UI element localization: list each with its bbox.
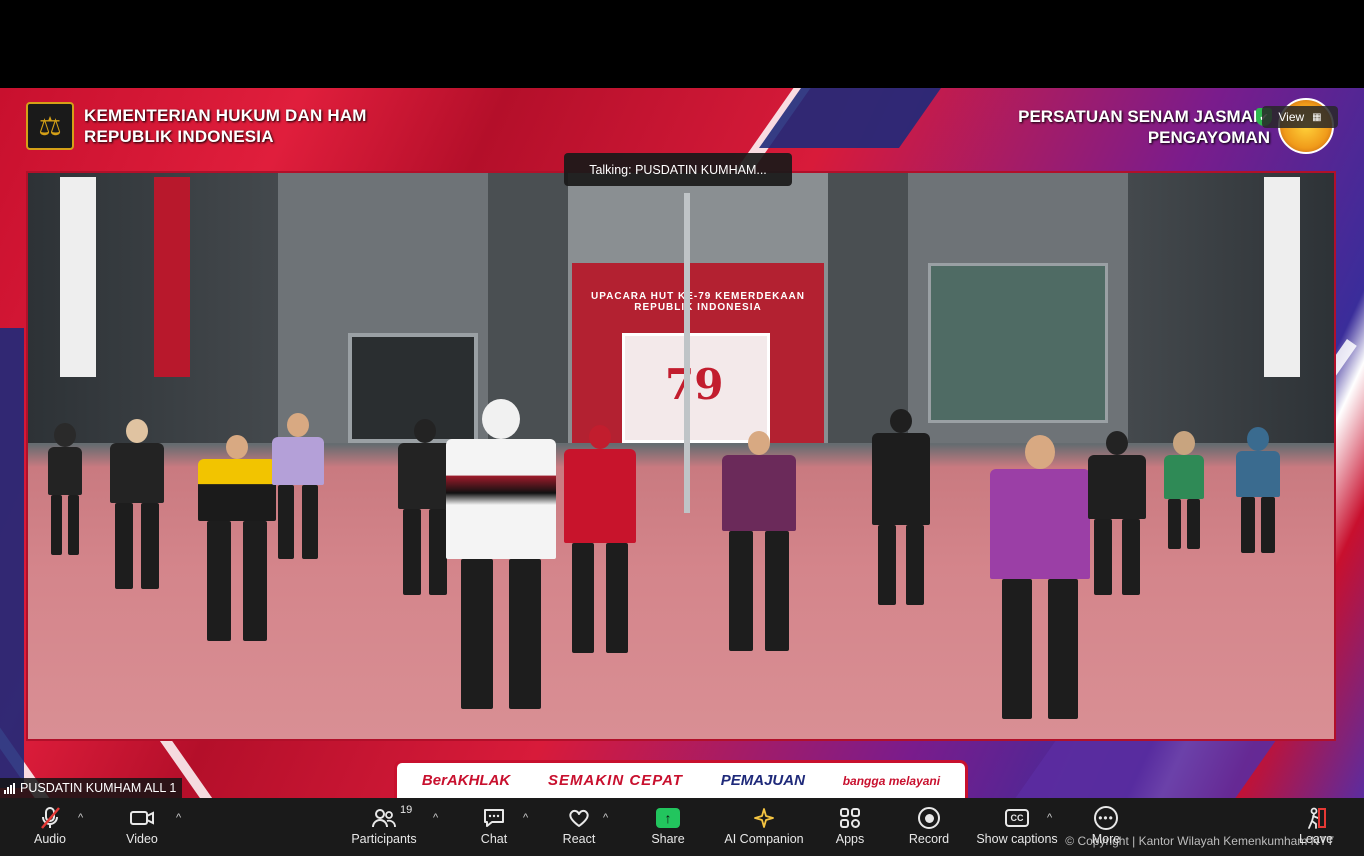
more-label: More	[1091, 832, 1121, 846]
apps-grid-icon	[838, 804, 862, 832]
audio-label: Audio	[34, 832, 66, 846]
building-entrance: UPACARA HUT KE-79 KEMERDEKAAN REPUBLIK I…	[568, 173, 828, 443]
org-title-line1: KEMENTERIAN HUKUM DAN HAM	[84, 106, 367, 125]
video-feed: UPACARA HUT KE-79 KEMERDEKAAN REPUBLIK I…	[26, 171, 1336, 741]
building	[908, 173, 1128, 443]
video-options-chevron-icon[interactable]: ^	[176, 812, 181, 824]
banner-flag	[1264, 177, 1300, 377]
record-label: Record	[908, 832, 950, 846]
view-button[interactable]: View ▦	[1262, 106, 1338, 128]
show-captions-button[interactable]: CC Show captions	[976, 804, 1058, 846]
banner-flag	[154, 177, 190, 377]
talking-label: Talking:	[589, 162, 632, 177]
audio-options-chevron-icon[interactable]: ^	[78, 812, 83, 824]
slogan-bangga: bangga melayani	[842, 773, 941, 788]
react-label: React	[562, 832, 596, 846]
slogan-berakhlak: BerAKHLAK	[421, 772, 511, 789]
participant-name-label: PUSDATIN KUMHAM ALL 1	[0, 778, 183, 798]
leave-meeting-icon	[1304, 804, 1328, 832]
slogan-semakin: SEMAKIN CEPAT	[548, 772, 683, 789]
chat-options-chevron-icon[interactable]: ^	[523, 812, 528, 824]
ai-companion-button[interactable]: AI Companion	[724, 804, 804, 846]
dancer	[272, 413, 324, 559]
event-title: PERSATUAN SENAM JASMANI PENGAYOMAN	[1018, 106, 1270, 148]
signal-strength-icon	[4, 782, 15, 794]
muted-microphone-icon	[39, 804, 61, 832]
audio-button[interactable]: Audio	[30, 804, 70, 846]
event-title-line1: PERSATUAN SENAM JASMANI	[1018, 107, 1270, 126]
talking-indicator: Talking: PUSDATIN KUMHAM...	[564, 153, 792, 186]
org-title-line2: REPUBLIK INDONESIA	[84, 127, 274, 146]
video-button[interactable]: Video	[122, 804, 162, 846]
participants-options-chevron-icon[interactable]: ^	[433, 812, 438, 824]
slogan-pemajuan: PEMAJUAN	[720, 772, 805, 789]
closed-captions-icon: CC	[1005, 809, 1029, 827]
react-options-chevron-icon[interactable]: ^	[603, 812, 608, 824]
instructor-dancer	[990, 435, 1090, 719]
building	[828, 173, 908, 443]
apps-label: Apps	[835, 832, 865, 846]
chat-bubble-icon	[482, 804, 506, 832]
react-button[interactable]: React	[562, 804, 596, 846]
shared-video-stage: ⚖ KEMENTERIAN HUKUM DAN HAM REPUBLIK IND…	[0, 88, 1364, 798]
venue-board: 79	[622, 333, 770, 443]
participants-count-badge: 19	[400, 804, 413, 816]
org-header: ⚖ KEMENTERIAN HUKUM DAN HAM REPUBLIK IND…	[26, 102, 367, 150]
leave-label: Leave	[1298, 832, 1334, 846]
slogan-banner: BerAKHLAK SEMAKIN CEPAT PEMAJUAN bangga …	[394, 760, 968, 798]
participants-icon	[371, 804, 397, 832]
instructor-dancer	[446, 399, 556, 709]
dancer	[198, 435, 276, 641]
talking-name: PUSDATIN KUMHAM...	[635, 162, 767, 177]
org-title: KEMENTERIAN HUKUM DAN HAM REPUBLIK INDON…	[84, 105, 367, 147]
dancer	[1088, 431, 1146, 595]
share-label: Share	[651, 832, 685, 846]
captions-options-chevron-icon[interactable]: ^	[1047, 812, 1052, 824]
chat-button[interactable]: Chat	[478, 804, 510, 846]
video-label: Video	[126, 832, 158, 846]
more-dots-icon: •••	[1094, 806, 1118, 830]
venue-number: 79	[665, 360, 724, 409]
share-button[interactable]: ↑ Share	[650, 804, 686, 846]
participants-label: Participants	[351, 832, 417, 846]
building	[1128, 173, 1334, 443]
share-screen-icon: ↑	[656, 808, 680, 828]
participant-name: PUSDATIN KUMHAM ALL 1	[20, 781, 177, 795]
record-icon	[918, 807, 940, 829]
dancer	[110, 419, 164, 589]
ai-companion-label: AI Companion	[724, 832, 804, 846]
flag-pole	[684, 193, 690, 513]
captions-label: Show captions	[976, 832, 1058, 846]
dancer	[564, 425, 636, 653]
more-button[interactable]: ••• More	[1088, 804, 1124, 846]
dancer	[872, 409, 930, 605]
event-title-line2: PENGAYOMAN	[1147, 128, 1270, 147]
banner-flag	[60, 177, 96, 377]
grid-view-icon: ▦	[1312, 111, 1322, 123]
dancer	[722, 431, 796, 651]
dancer	[1236, 427, 1280, 553]
chat-label: Chat	[480, 832, 508, 846]
leave-button[interactable]: Leave	[1296, 804, 1336, 846]
zoom-meeting-window: ⚖ KEMENTERIAN HUKUM DAN HAM REPUBLIK IND…	[0, 0, 1364, 856]
ministry-logo-icon: ⚖	[26, 102, 74, 150]
apps-button[interactable]: Apps	[834, 804, 866, 846]
view-button-label: View	[1278, 110, 1305, 124]
sparkle-icon	[752, 804, 776, 832]
dancer	[398, 419, 452, 595]
meeting-toolbar: Audio ^ Video ^ Participants 19 ^ Chat ^	[0, 798, 1364, 856]
heart-icon	[567, 804, 591, 832]
video-camera-icon	[129, 804, 155, 832]
decor-band	[0, 328, 24, 788]
dancer	[48, 423, 82, 555]
dancer	[1164, 431, 1204, 549]
record-button[interactable]: Record	[908, 804, 950, 846]
